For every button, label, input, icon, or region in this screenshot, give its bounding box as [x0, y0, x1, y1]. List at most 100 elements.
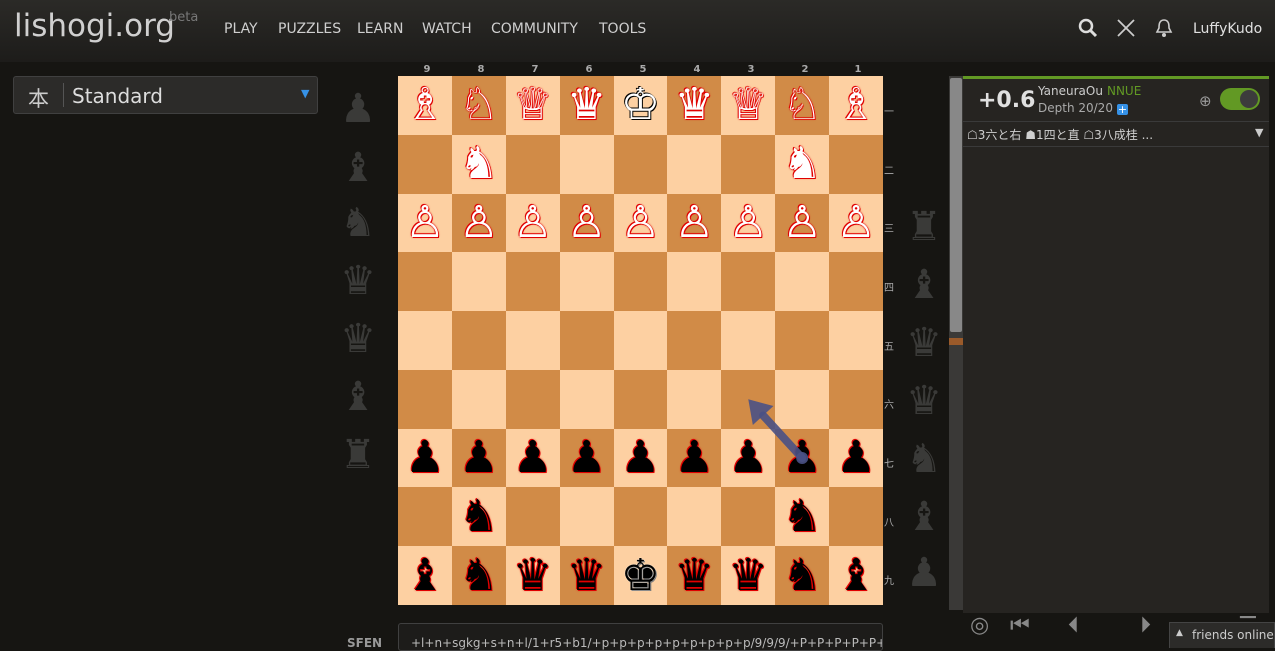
board-square[interactable]: ♟	[451, 428, 506, 488]
board-square[interactable]: ♛	[559, 546, 614, 605]
board-square[interactable]	[505, 487, 560, 547]
board-square[interactable]	[451, 252, 506, 312]
board-square[interactable]: ♙	[613, 193, 668, 253]
nav-community[interactable]: COMMUNITY	[491, 21, 578, 37]
board-square[interactable]: ♗	[398, 76, 452, 135]
board-square[interactable]	[505, 252, 560, 312]
site-logo[interactable]: lishogi.org	[14, 8, 175, 44]
board-square[interactable]: ♞	[451, 134, 506, 194]
sente-pawn-icon[interactable]: ♟	[459, 436, 498, 480]
board-square[interactable]: ♛	[559, 76, 614, 135]
user-menu[interactable]: LuffyKudo	[1193, 21, 1262, 37]
board-square[interactable]: ♙	[721, 193, 776, 253]
sente-pawn-icon[interactable]: ♟	[513, 436, 552, 480]
board-square[interactable]	[613, 134, 668, 194]
sente-gold-icon[interactable]: ♛	[513, 553, 552, 598]
board-square[interactable]: ♟	[775, 428, 830, 488]
sente-pawn-icon[interactable]: ♟	[675, 436, 714, 480]
board-square[interactable]	[613, 369, 668, 429]
board-square[interactable]: ♘	[451, 76, 506, 135]
board-square[interactable]	[398, 487, 452, 547]
gote-lance-icon[interactable]: ♗	[405, 83, 444, 127]
variant-select[interactable]: 本 Standard ▼	[13, 76, 318, 114]
sente-pawn-icon[interactable]: ♟	[836, 436, 875, 480]
gote-gold-icon[interactable]: ♛	[675, 83, 714, 127]
board-square[interactable]	[775, 369, 830, 429]
board-square[interactable]: ♟	[829, 428, 883, 488]
board-square[interactable]	[613, 252, 668, 312]
board-square[interactable]	[451, 369, 506, 429]
board-square[interactable]	[559, 487, 614, 547]
board-square[interactable]: ♙	[451, 193, 506, 253]
gote-pawn-icon[interactable]: ♙	[513, 200, 552, 245]
gote-knight-icon[interactable]: ♘	[782, 83, 821, 127]
gote-pawn-icon[interactable]: ♙	[729, 200, 768, 245]
gote-pawn-icon[interactable]: ♙	[459, 200, 498, 245]
sente-gold-icon[interactable]: ♛	[567, 553, 606, 598]
board-square[interactable]	[559, 252, 614, 312]
next-move-icon[interactable]: ⏵	[1140, 613, 1151, 638]
board-square[interactable]	[559, 311, 614, 370]
board-square[interactable]	[613, 311, 668, 370]
board-square[interactable]: ♞	[775, 134, 830, 194]
gote-pawn-icon[interactable]: ♙	[405, 200, 444, 245]
board-square[interactable]: ♟	[721, 428, 776, 488]
sente-pawn-icon[interactable]: ♟	[782, 436, 821, 480]
board-square[interactable]	[667, 252, 722, 312]
board-square[interactable]	[559, 134, 614, 194]
board-square[interactable]: ♛	[505, 546, 560, 605]
nav-play[interactable]: PLAY	[224, 21, 258, 37]
sente-pawn-icon[interactable]: ♟	[405, 436, 444, 480]
gote-knight-icon[interactable]: ♞	[782, 142, 821, 186]
board-square[interactable]	[829, 487, 883, 547]
pv-line[interactable]: ☖3六と右 ☗1四と直 ☖3八成桂 ... ▼	[963, 121, 1269, 147]
board-square[interactable]: ♙	[398, 193, 452, 253]
gote-knight-icon[interactable]: ♘	[459, 83, 498, 127]
board-square[interactable]: ♙	[775, 193, 830, 253]
board-square[interactable]	[398, 311, 452, 370]
board-square[interactable]	[505, 311, 560, 370]
board-square[interactable]: ♔	[613, 76, 668, 135]
sente-pawn-icon[interactable]: ♟	[729, 436, 768, 480]
board-square[interactable]	[451, 311, 506, 370]
spare-gold-icon[interactable]: ♛	[333, 316, 383, 362]
spare-silver-icon[interactable]: ♛	[333, 258, 383, 304]
gote-silver-icon[interactable]: ♕	[513, 83, 552, 127]
gote-silver-icon[interactable]: ♕	[729, 83, 768, 127]
prev-move-icon[interactable]: ⏴	[1068, 613, 1079, 638]
board-square[interactable]: ♟	[667, 428, 722, 488]
board-square[interactable]: ♟	[505, 428, 560, 488]
friends-online-button[interactable]: ▲ friends online	[1169, 622, 1275, 648]
board-square[interactable]: ♕	[721, 76, 776, 135]
sente-pawn-icon[interactable]: ♟	[567, 436, 606, 480]
board-square[interactable]	[398, 134, 452, 194]
search-icon[interactable]	[1078, 18, 1098, 43]
board-square[interactable]: ♟	[398, 428, 452, 488]
gote-pawn-icon[interactable]: ♙	[782, 200, 821, 245]
board-square[interactable]: ♙	[505, 193, 560, 253]
gote-gold-icon[interactable]: ♛	[567, 83, 606, 127]
board-square[interactable]	[721, 252, 776, 312]
board-square[interactable]	[721, 311, 776, 370]
board-square[interactable]: ♙	[559, 193, 614, 253]
board-square[interactable]	[667, 487, 722, 547]
nav-puzzles[interactable]: PUZZLES	[278, 21, 341, 37]
board-square[interactable]	[398, 252, 452, 312]
board-square[interactable]: ♚	[613, 546, 668, 605]
board-square[interactable]	[559, 369, 614, 429]
sente-lance-icon[interactable]: ♝	[836, 553, 875, 598]
board-square[interactable]: ♟	[559, 428, 614, 488]
board-square[interactable]	[721, 134, 776, 194]
spare-lance-icon[interactable]: ♝	[333, 145, 383, 191]
crossed-swords-icon[interactable]	[1116, 18, 1136, 43]
board-square[interactable]	[829, 369, 883, 429]
sente-gold-icon[interactable]: ♛	[675, 553, 714, 598]
plus-icon[interactable]: +	[1116, 104, 1128, 115]
first-move-icon[interactable]: ⏮	[1010, 613, 1030, 638]
sente-pawn-icon[interactable]: ♟	[621, 436, 660, 480]
spare-gote-rook-icon[interactable]: ♜	[899, 204, 949, 250]
gote-king-icon[interactable]: ♔	[621, 83, 660, 127]
board-square[interactable]: ♙	[667, 193, 722, 253]
board-square[interactable]	[775, 311, 830, 370]
nav-watch[interactable]: WATCH	[422, 21, 472, 37]
